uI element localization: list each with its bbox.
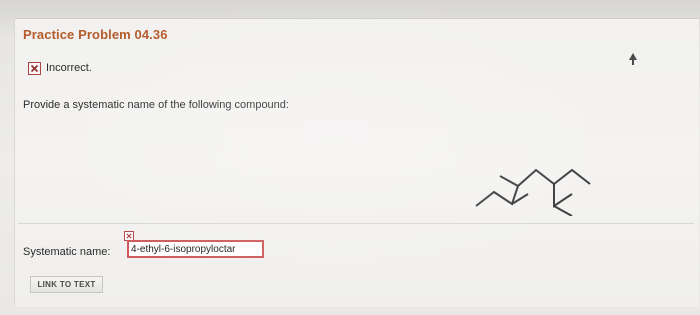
problem-panel [14,18,699,307]
systematic-name-input[interactable]: 4-ethyl-6-isopropyloctar [127,240,264,258]
status-text: Incorrect. [46,62,92,74]
link-to-text-button[interactable]: LINK TO TEXT [30,276,103,293]
mouse-cursor-icon [629,53,637,65]
problem-title: Practice Problem 04.36 [23,27,168,42]
x-mark-icon [28,61,41,75]
compound-structure [475,168,591,216]
question-text: Provide a systematic name of the followi… [23,99,289,111]
answer-field-container: 4-ethyl-6-isopropyloctar [122,229,268,265]
section-divider [18,223,694,224]
status-row: Incorrect. [28,60,92,76]
answer-label: Systematic name: [23,246,111,258]
